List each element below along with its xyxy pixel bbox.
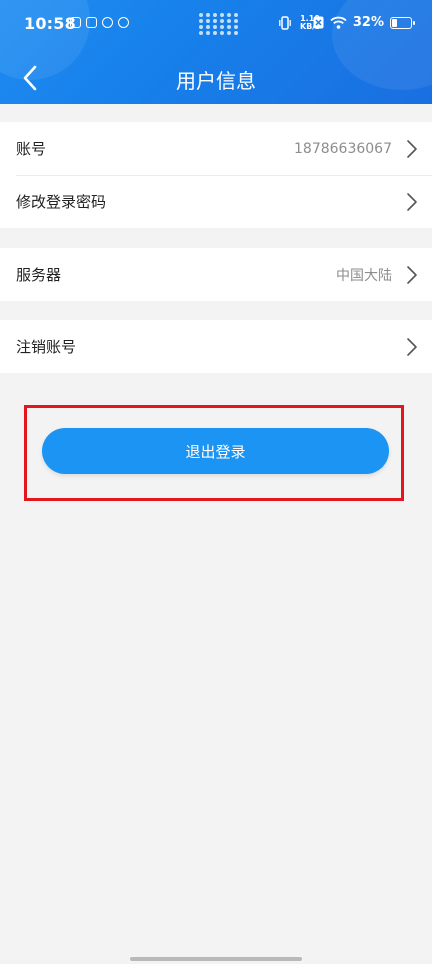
dot bbox=[199, 25, 203, 29]
account-value: 18786636067 bbox=[294, 140, 392, 157]
battery-level bbox=[392, 18, 397, 27]
dot bbox=[213, 13, 217, 17]
change-password-row[interactable]: 修改登录密码 bbox=[0, 175, 432, 228]
dot bbox=[234, 25, 238, 29]
account-row[interactable]: 账号 18786636067 bbox=[0, 122, 432, 175]
chevron-right-icon bbox=[407, 266, 417, 284]
dot bbox=[234, 13, 238, 17]
navigation-bar: 用户信息 bbox=[0, 52, 432, 104]
link-icon bbox=[102, 17, 113, 28]
dot bbox=[213, 25, 217, 29]
dot bbox=[199, 31, 203, 35]
dot bbox=[199, 19, 203, 23]
page-title: 用户信息 bbox=[176, 69, 256, 93]
dot bbox=[206, 25, 210, 29]
dot bbox=[227, 13, 231, 17]
dot bbox=[227, 31, 231, 35]
dot bbox=[213, 19, 217, 23]
battery-percent: 32% bbox=[352, 15, 384, 30]
dot bbox=[227, 19, 231, 23]
message-icon bbox=[70, 17, 81, 28]
deactivate-account-row[interactable]: 注销账号 bbox=[0, 320, 432, 373]
dot bbox=[213, 31, 217, 35]
dot bbox=[206, 31, 210, 35]
account-label: 账号 bbox=[16, 140, 47, 158]
server-value: 中国大陆 bbox=[336, 267, 392, 284]
sim-off-icon bbox=[313, 16, 324, 29]
dot bbox=[234, 31, 238, 35]
chat-icon bbox=[118, 17, 129, 28]
server-group: 服务器 中国大陆 bbox=[0, 248, 432, 301]
deactivate-account-label: 注销账号 bbox=[16, 338, 77, 356]
app-notification-icon bbox=[86, 17, 97, 28]
dot bbox=[206, 13, 210, 17]
home-indicator[interactable] bbox=[130, 957, 302, 961]
chevron-right-icon bbox=[407, 140, 417, 158]
deactivate-group: 注销账号 bbox=[0, 320, 432, 373]
status-bar: 10:58 1.10 KB/s 32% bbox=[0, 0, 432, 52]
server-row[interactable]: 服务器 中国大陆 bbox=[0, 248, 432, 301]
wifi-icon bbox=[330, 16, 347, 29]
dot bbox=[206, 19, 210, 23]
dot bbox=[199, 13, 203, 17]
notification-icons bbox=[70, 17, 129, 28]
battery-icon bbox=[390, 16, 415, 29]
status-right: 32% bbox=[279, 15, 415, 30]
change-password-label: 修改登录密码 bbox=[16, 193, 107, 211]
camera-dots-icon bbox=[199, 13, 243, 37]
chevron-right-icon bbox=[407, 338, 417, 356]
dot bbox=[234, 19, 238, 23]
dot bbox=[220, 31, 224, 35]
account-settings-group: 账号 18786636067 修改登录密码 bbox=[0, 122, 432, 228]
chevron-right-icon bbox=[407, 193, 417, 211]
dot bbox=[220, 13, 224, 17]
dot bbox=[227, 25, 231, 29]
top-header: 10:58 1.10 KB/s 32% 用户信息 bbox=[0, 0, 432, 104]
vibrate-icon bbox=[279, 15, 291, 30]
dot bbox=[220, 19, 224, 23]
dot bbox=[220, 25, 224, 29]
logout-button[interactable]: 退出登录 bbox=[42, 428, 389, 474]
server-label: 服务器 bbox=[16, 266, 62, 284]
status-time: 10:58 bbox=[24, 14, 76, 33]
